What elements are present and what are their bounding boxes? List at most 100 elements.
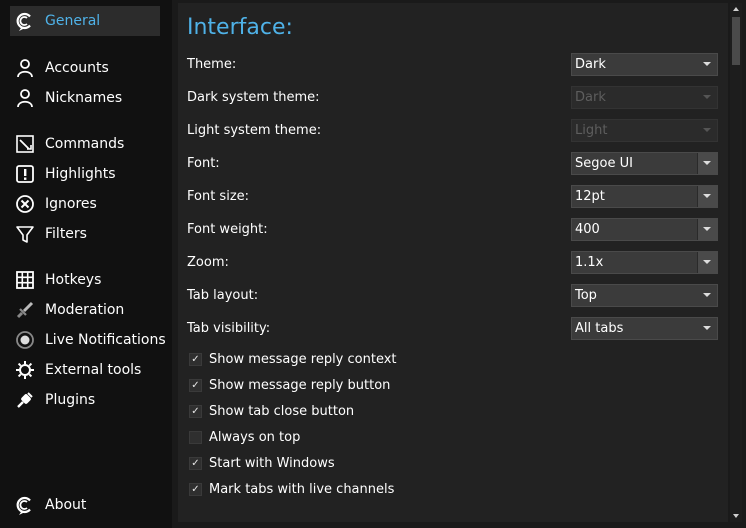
checkbox-box[interactable]: ✓ [189, 404, 202, 418]
user-icon [15, 88, 35, 108]
start-with-windows-checkbox[interactable]: ✓ Start with Windows [189, 454, 335, 472]
sidebar-item-label: Commands [45, 136, 125, 152]
chevron-down-icon [703, 95, 711, 99]
chevron-down-icon [703, 293, 711, 297]
checkbox-box[interactable]: ✓ [189, 456, 202, 470]
exclamation-icon [15, 164, 35, 184]
sidebar-item-commands[interactable]: Commands [10, 129, 160, 159]
tab-layout-select[interactable]: Top [571, 284, 718, 307]
mark-tabs-with-live-channels-checkbox[interactable]: ✓ Mark tabs with live channels [189, 480, 394, 498]
sidebar-item-label: Accounts [45, 60, 109, 76]
live-icon [15, 330, 35, 350]
show-message-reply-button-checkbox[interactable]: ✓ Show message reply button [189, 376, 390, 394]
chatterino-logo-icon [15, 11, 35, 31]
sidebar-item-label: About [45, 497, 87, 513]
tab-visibility-label: Tab visibility: [187, 321, 271, 336]
sidebar-item-filters[interactable]: Filters [10, 219, 160, 249]
chevron-down-icon[interactable] [703, 194, 711, 198]
settings-content: Interface: Theme: Dark Dark system theme… [178, 3, 728, 522]
sidebar-item-label: Live Notifications [45, 332, 166, 348]
font-weight-value: 400 [575, 222, 600, 237]
font-select[interactable]: Segoe UI [571, 152, 718, 175]
chatterino-logo-icon [15, 495, 35, 515]
font-label: Font: [187, 156, 220, 171]
plug-icon [15, 390, 35, 410]
zoom-select[interactable]: 1.1x [571, 251, 718, 274]
chevron-down-icon[interactable] [703, 260, 711, 264]
light-system-theme-value: Light [575, 123, 608, 138]
sidebar-item-external-tools[interactable]: External tools [10, 355, 160, 385]
checkbox-label: Show tab close button [209, 403, 355, 419]
sidebar-item-highlights[interactable]: Highlights [10, 159, 160, 189]
scroll-up-button[interactable] [730, 3, 742, 15]
dark-system-theme-label: Dark system theme: [187, 90, 320, 105]
font-size-select[interactable]: 12pt [571, 185, 718, 208]
chevron-down-icon [703, 128, 711, 132]
funnel-icon [15, 224, 35, 244]
sidebar-item-general[interactable]: General [10, 6, 160, 36]
light-system-theme-label: Light system theme: [187, 123, 322, 138]
tab-layout-label: Tab layout: [187, 288, 259, 303]
sidebar-item-ignores[interactable]: Ignores [10, 189, 160, 219]
dark-system-theme-value: Dark [575, 90, 606, 105]
sidebar-item-label: External tools [45, 362, 142, 378]
tab-layout-value: Top [575, 288, 597, 303]
sword-icon [15, 300, 35, 320]
chevron-down-icon[interactable] [703, 161, 711, 165]
sidebar-item-about[interactable]: About [10, 490, 160, 520]
checkbox-label: Mark tabs with live channels [209, 481, 395, 497]
sidebar-item-label: Highlights [45, 166, 116, 182]
vertical-scrollbar[interactable] [730, 3, 742, 522]
zoom-label: Zoom: [187, 255, 229, 270]
always-on-top-checkbox[interactable]: Always on top [189, 428, 300, 446]
checkbox-box[interactable]: ✓ [189, 378, 202, 392]
chevron-down-icon [703, 326, 711, 330]
light-system-theme-select: Light [571, 119, 718, 142]
sidebar-item-label: Filters [45, 226, 87, 242]
sidebar-item-label: Plugins [45, 392, 96, 408]
theme-select-value: Dark [575, 57, 606, 72]
arrow-down-icon [733, 514, 739, 518]
sidebar-item-live-notifications[interactable]: Live Notifications [10, 325, 166, 355]
checkbox-label: Start with Windows [209, 455, 335, 471]
sidebar-item-label: Hotkeys [45, 272, 102, 288]
zoom-value: 1.1x [575, 255, 604, 270]
tab-visibility-select[interactable]: All tabs [571, 317, 718, 340]
scroll-thumb[interactable] [732, 17, 740, 65]
sidebar-item-label: Nicknames [45, 90, 123, 106]
theme-select[interactable]: Dark [571, 53, 718, 76]
sidebar-item-label: General [45, 13, 101, 29]
arrow-up-icon [733, 7, 739, 11]
theme-label: Theme: [187, 57, 237, 72]
checkbox-label: Show message reply button [209, 377, 391, 393]
sidebar-item-plugins[interactable]: Plugins [10, 385, 160, 415]
commands-icon [15, 134, 35, 154]
page-title: Interface: [187, 15, 293, 40]
checkbox-box[interactable]: ✓ [189, 482, 202, 496]
checkbox-box[interactable]: ✓ [189, 352, 202, 366]
tab-visibility-value: All tabs [575, 321, 624, 336]
chevron-down-icon [703, 62, 711, 66]
font-weight-label: Font weight: [187, 222, 268, 237]
font-size-value: 12pt [575, 189, 605, 204]
checkbox-label: Show message reply context [209, 351, 397, 367]
font-size-label: Font size: [187, 189, 250, 204]
gear-icon [15, 360, 35, 380]
sidebar-item-accounts[interactable]: Accounts [10, 53, 160, 83]
sidebar: General Accounts Nicknames Commands High… [0, 0, 172, 528]
sidebar-item-label: Ignores [45, 196, 97, 212]
show-message-reply-context-checkbox[interactable]: ✓ Show message reply context [189, 350, 397, 368]
font-weight-select[interactable]: 400 [571, 218, 718, 241]
chevron-down-icon[interactable] [703, 227, 711, 231]
dark-system-theme-select: Dark [571, 86, 718, 109]
checkbox-label: Always on top [209, 429, 301, 445]
sidebar-item-moderation[interactable]: Moderation [10, 295, 160, 325]
font-select-value: Segoe UI [575, 156, 633, 171]
user-icon [15, 58, 35, 78]
sidebar-item-nicknames[interactable]: Nicknames [10, 83, 160, 113]
checkbox-box[interactable] [189, 430, 202, 444]
keyboard-grid-icon [15, 270, 35, 290]
sidebar-item-hotkeys[interactable]: Hotkeys [10, 265, 160, 295]
show-tab-close-button-checkbox[interactable]: ✓ Show tab close button [189, 402, 354, 420]
scroll-down-button[interactable] [730, 510, 742, 522]
